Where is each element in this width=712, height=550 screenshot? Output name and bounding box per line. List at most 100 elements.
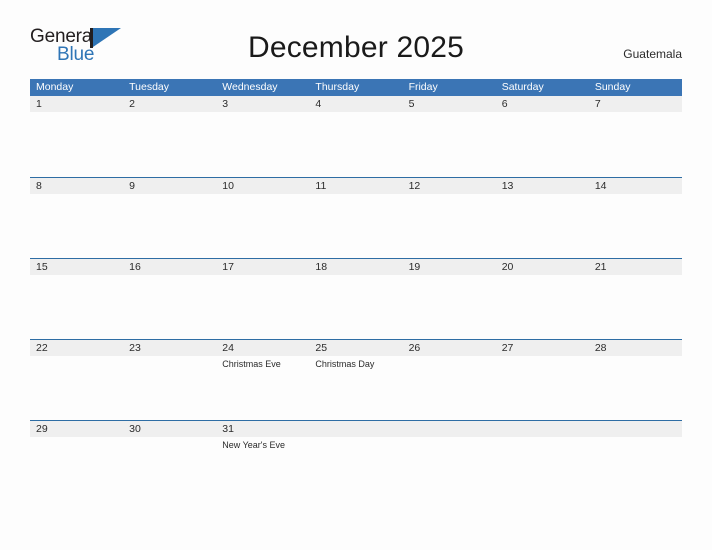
day-events — [595, 194, 682, 196]
day-events — [222, 275, 309, 277]
day-number: 21 — [594, 261, 607, 273]
day-events — [315, 275, 402, 277]
day-events — [222, 112, 309, 114]
day-cell[interactable]: 2 — [123, 96, 216, 177]
weekday-header-tuesday: Tuesday — [129, 81, 170, 93]
day-cell[interactable]: 12 — [403, 178, 496, 259]
day-events — [502, 356, 589, 358]
day-cell[interactable]: 31 New Year's Eve — [216, 421, 309, 502]
day-number: 7 — [594, 98, 601, 110]
day-events — [409, 356, 496, 358]
day-number: 30 — [129, 423, 141, 435]
calendar-week-row: 1 2 3 4 5 6 7 — [30, 96, 682, 177]
holiday-event-label: Christmas Eve — [222, 359, 281, 369]
day-number: 1 — [36, 98, 42, 110]
week-cells: 22 23 24 Christmas Eve 25 Christmas Day 26 27 28 — [30, 340, 682, 421]
day-cell[interactable]: 11 — [309, 178, 402, 259]
weekday-header-friday: Friday — [408, 81, 438, 93]
day-number: 22 — [36, 342, 48, 354]
day-cell[interactable]: 27 — [496, 340, 589, 421]
day-cell[interactable]: 4 — [309, 96, 402, 177]
week-cells: 15 16 17 18 19 20 21 — [30, 259, 682, 340]
day-cell[interactable]: 30 — [123, 421, 216, 502]
day-cell[interactable]: 25 Christmas Day — [309, 340, 402, 421]
day-cell[interactable]: 26 — [403, 340, 496, 421]
page-title: December 2025 — [247, 31, 465, 64]
day-cell-empty — [403, 421, 496, 502]
calendar-week-row: 8 9 10 11 12 13 14 — [30, 177, 682, 258]
day-cell[interactable]: 3 — [216, 96, 309, 177]
day-number: 5 — [408, 98, 415, 110]
day-number: 31 — [222, 423, 234, 435]
day-cell[interactable]: 18 — [309, 259, 402, 340]
day-number: 16 — [129, 261, 141, 273]
day-events — [595, 437, 682, 439]
day-cell[interactable]: 28 — [589, 340, 682, 421]
day-number: 20 — [501, 261, 514, 273]
day-cell[interactable]: 21 — [589, 259, 682, 340]
day-number: 14 — [594, 180, 607, 192]
day-cell[interactable]: 8 — [30, 178, 123, 259]
day-cell[interactable]: 9 — [123, 178, 216, 259]
day-events — [36, 275, 123, 277]
day-cell-empty — [496, 421, 589, 502]
day-cell[interactable]: 7 — [589, 96, 682, 177]
day-number: 13 — [501, 180, 514, 192]
page-header: General Blue December 2025 Guatemala — [0, 0, 712, 78]
day-cell[interactable]: 1 — [30, 96, 123, 177]
day-number: 19 — [408, 261, 421, 273]
day-number: 9 — [129, 180, 135, 192]
day-number: 8 — [36, 180, 42, 192]
day-events: New Year's Eve — [222, 437, 309, 451]
day-number: 4 — [315, 98, 322, 110]
day-number: 23 — [129, 342, 141, 354]
day-cell[interactable]: 19 — [403, 259, 496, 340]
day-cell[interactable]: 29 — [30, 421, 123, 502]
day-number: 26 — [408, 342, 421, 354]
calendar-week-row: 29 30 31 New Year's Eve — [30, 420, 682, 501]
day-events — [502, 275, 589, 277]
day-number: 15 — [36, 261, 48, 273]
day-number: 28 — [594, 342, 607, 354]
day-events: Christmas Day — [315, 356, 402, 370]
day-events — [315, 437, 402, 439]
day-cell[interactable]: 5 — [403, 96, 496, 177]
day-events — [36, 437, 123, 439]
day-events — [409, 437, 496, 439]
calendar-week-row: 22 23 24 Christmas Eve 25 Christmas Day 26 27 28 — [30, 339, 682, 420]
day-cell[interactable]: 6 — [496, 96, 589, 177]
day-events: Christmas Eve — [222, 356, 309, 370]
holiday-event-label: New Year's Eve — [222, 440, 286, 450]
weekday-header-monday: Monday — [36, 81, 74, 93]
day-number: 10 — [222, 180, 234, 192]
day-events — [595, 112, 682, 114]
day-events — [129, 275, 216, 277]
day-cell[interactable]: 17 — [216, 259, 309, 340]
day-number: 25 — [315, 342, 328, 354]
day-cell[interactable]: 13 — [496, 178, 589, 259]
day-cell[interactable]: 23 — [123, 340, 216, 421]
day-cell[interactable]: 15 — [30, 259, 123, 340]
day-cell[interactable]: 10 — [216, 178, 309, 259]
day-number: 17 — [222, 261, 234, 273]
day-events — [315, 194, 402, 196]
day-cell[interactable]: 14 — [589, 178, 682, 259]
weekday-header-row: Monday Tuesday Wednesday Thursday Friday Satu… — [30, 79, 682, 96]
day-events — [129, 437, 216, 439]
day-number: 18 — [315, 261, 328, 273]
day-cell-empty — [309, 421, 402, 502]
day-events — [36, 194, 123, 196]
day-cell[interactable]: 22 — [30, 340, 123, 421]
day-events — [595, 356, 682, 358]
day-events — [502, 437, 589, 439]
weekday-header-sunday: Sunday — [594, 81, 631, 93]
day-cell[interactable]: 20 — [496, 259, 589, 340]
day-events — [129, 112, 216, 114]
day-events — [409, 112, 496, 114]
day-events — [595, 275, 682, 277]
calendar-weeks: 1 2 3 4 5 6 7 8 9 10 11 12 13 14 15 16 17 18 19 20 21 22 23 24 C… — [30, 96, 682, 501]
day-events — [129, 194, 216, 196]
day-cell[interactable]: 16 — [123, 259, 216, 340]
day-cell[interactable]: 24 Christmas Eve — [216, 340, 309, 421]
day-cell-empty — [589, 421, 682, 502]
